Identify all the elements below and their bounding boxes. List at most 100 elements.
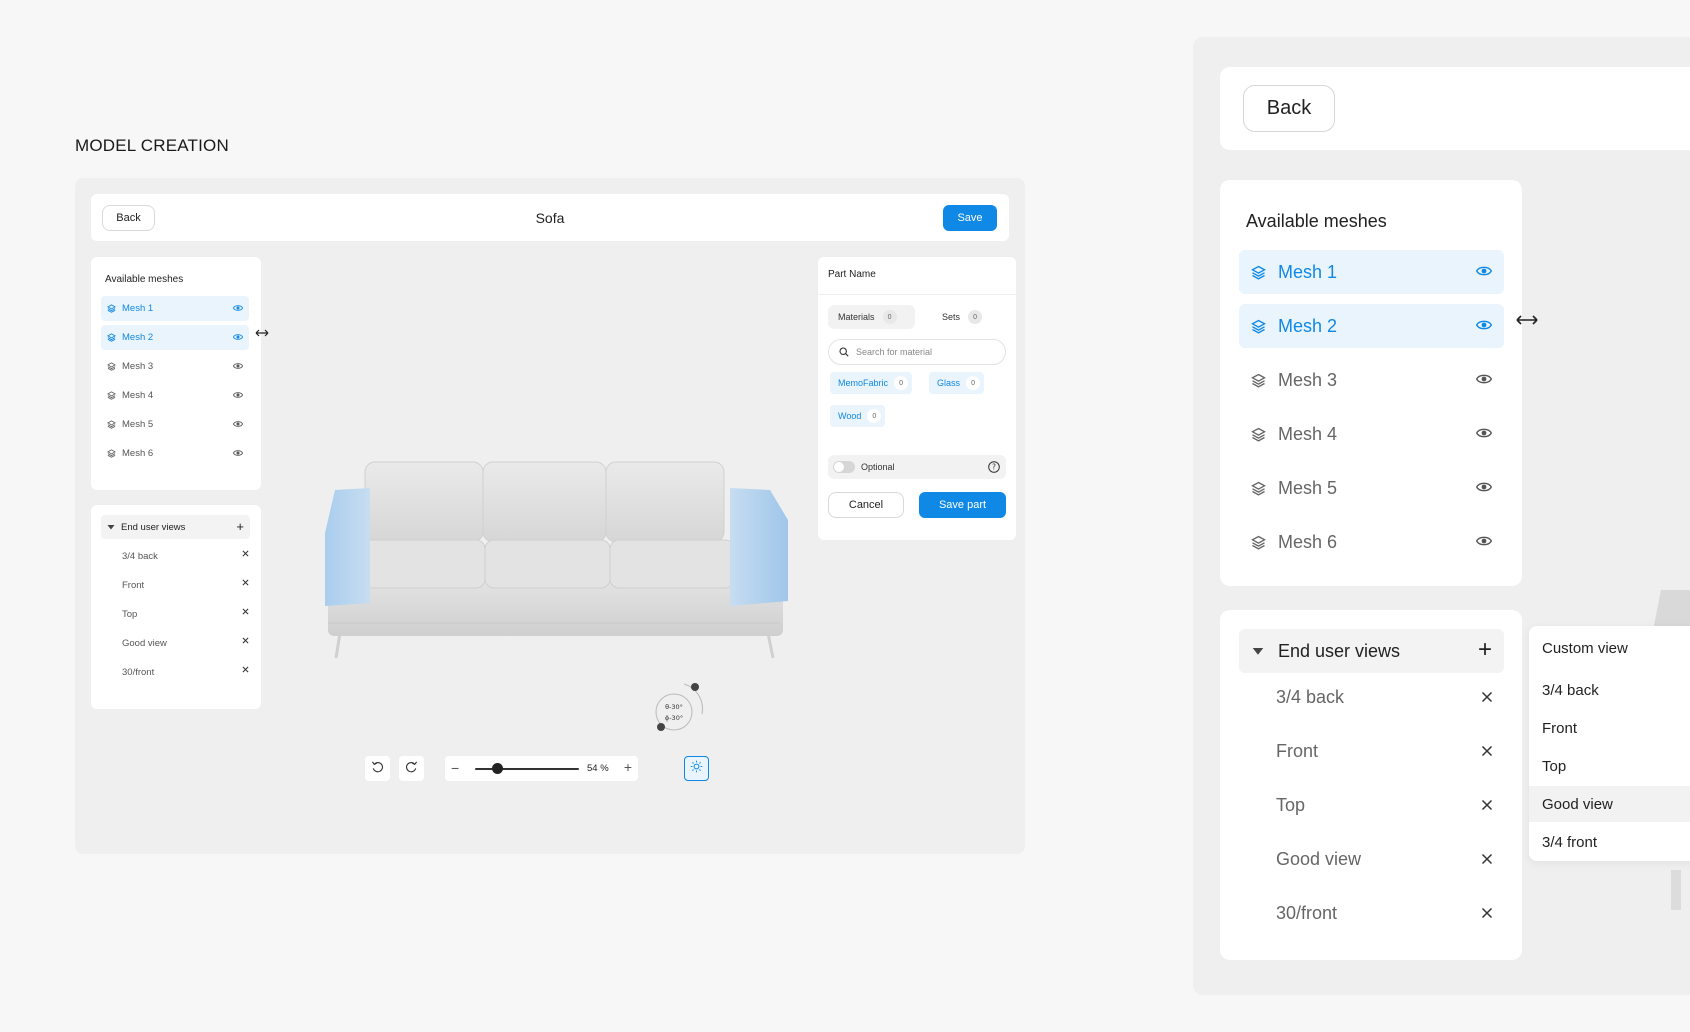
view-item[interactable]: Front	[122, 575, 250, 595]
views-header[interactable]: End user views +	[1239, 629, 1504, 673]
material-chip[interactable]: Wood 0	[830, 405, 886, 427]
close-icon[interactable]	[242, 579, 250, 587]
orbit-handle[interactable]	[657, 723, 665, 731]
help-icon[interactable]: ?	[988, 461, 1000, 473]
zoomed-topbar: Back	[1220, 67, 1690, 150]
dropdown-option[interactable]: Top	[1529, 748, 1690, 784]
zoom-slider-track[interactable]	[475, 768, 579, 770]
view-label: 3/4 back	[122, 550, 158, 562]
dropdown-option[interactable]: 3/4 front	[1529, 824, 1690, 860]
eye-icon[interactable]	[1476, 319, 1493, 333]
close-icon[interactable]	[1481, 745, 1493, 757]
eye-icon[interactable]	[233, 362, 243, 371]
lighting-button[interactable]	[684, 756, 709, 781]
mesh-item[interactable]: Mesh 6	[1239, 520, 1504, 564]
mesh-item[interactable]: Mesh 5	[101, 412, 249, 437]
layers-icon	[1251, 535, 1266, 550]
eye-icon[interactable]	[1476, 427, 1493, 441]
close-icon[interactable]	[1481, 907, 1493, 919]
view-item[interactable]: Top	[122, 604, 250, 624]
view-item[interactable]: 3/4 back	[122, 546, 250, 566]
resize-handle-icon[interactable]	[255, 328, 269, 338]
layers-icon	[107, 391, 116, 400]
eye-icon[interactable]	[233, 391, 243, 400]
optional-toggle-row: Optional ?	[828, 455, 1006, 479]
material-chip[interactable]: Glass 0	[929, 372, 985, 394]
view-item[interactable]: Top	[1276, 790, 1504, 820]
dropdown-option[interactable]: Custom view	[1529, 630, 1690, 666]
layers-icon	[1251, 319, 1266, 334]
close-icon[interactable]	[1481, 799, 1493, 811]
dropdown-option[interactable]: Front	[1529, 710, 1690, 746]
add-view-icon[interactable]: +	[236, 520, 244, 533]
eye-icon[interactable]	[233, 333, 243, 342]
mesh-item[interactable]: Mesh 3	[1239, 358, 1504, 402]
cancel-button[interactable]: Cancel	[828, 492, 904, 518]
mesh-item[interactable]: Mesh 1	[101, 296, 249, 321]
add-view-icon[interactable]: +	[1478, 638, 1492, 662]
tab-sets[interactable]: Sets 0	[932, 305, 983, 329]
orbit-theta: θ-30°	[665, 703, 683, 711]
undo-button[interactable]	[365, 756, 390, 781]
sofa-3d-model[interactable]	[320, 458, 790, 658]
mesh-item[interactable]: Mesh 2	[1239, 304, 1504, 348]
mesh-label: Mesh 2	[122, 332, 154, 343]
view-item[interactable]: 30/front	[1276, 898, 1504, 928]
view-item[interactable]: 3/4 back	[1276, 682, 1504, 712]
eye-icon[interactable]	[233, 449, 243, 458]
tab-materials[interactable]: Materials 0	[828, 305, 915, 329]
dropdown-option-highlighted[interactable]: Good view	[1529, 786, 1690, 822]
mesh-item[interactable]: Mesh 1	[1239, 250, 1504, 294]
material-search-input[interactable]: Search for material	[828, 339, 1006, 365]
close-icon[interactable]	[242, 637, 250, 645]
orbit-control[interactable]: θ-30° ϕ-30°	[650, 680, 710, 740]
eye-icon[interactable]	[1476, 373, 1493, 387]
resize-handle-icon[interactable]	[1515, 312, 1539, 328]
close-icon[interactable]	[1481, 853, 1493, 865]
available-meshes-panel: Available meshes Mesh 1 Mesh 2 Mesh 3 Me…	[91, 257, 261, 490]
eye-icon[interactable]	[1476, 481, 1493, 495]
count-badge: 0	[966, 376, 981, 390]
close-icon[interactable]	[242, 666, 250, 674]
eye-icon[interactable]	[1476, 535, 1493, 549]
view-item[interactable]: 30/front	[122, 662, 250, 682]
layers-icon	[107, 449, 116, 458]
undo-icon	[371, 760, 384, 778]
zoom-in-button[interactable]: +	[624, 759, 632, 775]
layers-icon	[107, 304, 116, 313]
redo-icon	[405, 760, 418, 778]
back-button[interactable]: Back	[1243, 85, 1335, 132]
view-item[interactable]: Good view	[1276, 844, 1504, 874]
zoom-out-button[interactable]: −	[451, 760, 459, 776]
close-icon[interactable]	[242, 608, 250, 616]
layers-icon	[1251, 427, 1266, 442]
mesh-item[interactable]: Mesh 3	[101, 354, 249, 379]
count-badge: 0	[894, 376, 909, 390]
close-icon[interactable]	[1481, 691, 1493, 703]
view-item[interactable]: Good view	[122, 633, 250, 653]
view-item[interactable]: Front	[1276, 736, 1504, 766]
eye-icon[interactable]	[1476, 265, 1493, 279]
tab-label: Materials	[838, 312, 875, 322]
close-icon[interactable]	[242, 550, 250, 558]
eye-icon[interactable]	[233, 420, 243, 429]
eye-icon[interactable]	[233, 304, 243, 313]
mesh-item[interactable]: Mesh 5	[1239, 466, 1504, 510]
mesh-item[interactable]: Mesh 4	[101, 383, 249, 408]
mesh-label: Mesh 2	[1278, 315, 1338, 336]
mesh-item[interactable]: Mesh 2	[101, 325, 249, 350]
orbit-handle[interactable]	[691, 683, 699, 691]
save-part-button[interactable]: Save part	[919, 492, 1006, 518]
dropdown-option[interactable]: 3/4 back	[1529, 672, 1690, 708]
mesh-item[interactable]: Mesh 6	[101, 441, 249, 466]
mesh-label: Mesh 6	[122, 448, 154, 459]
zoom-slider-handle[interactable]	[492, 763, 504, 774]
views-header[interactable]: End user views +	[101, 515, 250, 539]
redo-button[interactable]	[399, 756, 424, 781]
mesh-item[interactable]: Mesh 4	[1239, 412, 1504, 456]
count-badge: 0	[882, 310, 897, 324]
material-chip[interactable]: MemoFabric 0	[830, 372, 913, 394]
optional-toggle[interactable]	[833, 461, 855, 473]
zoomed-detail: Back Available meshes Mesh 1 Mesh 2 Mesh…	[1193, 37, 1690, 995]
save-button[interactable]: Save	[943, 205, 997, 231]
